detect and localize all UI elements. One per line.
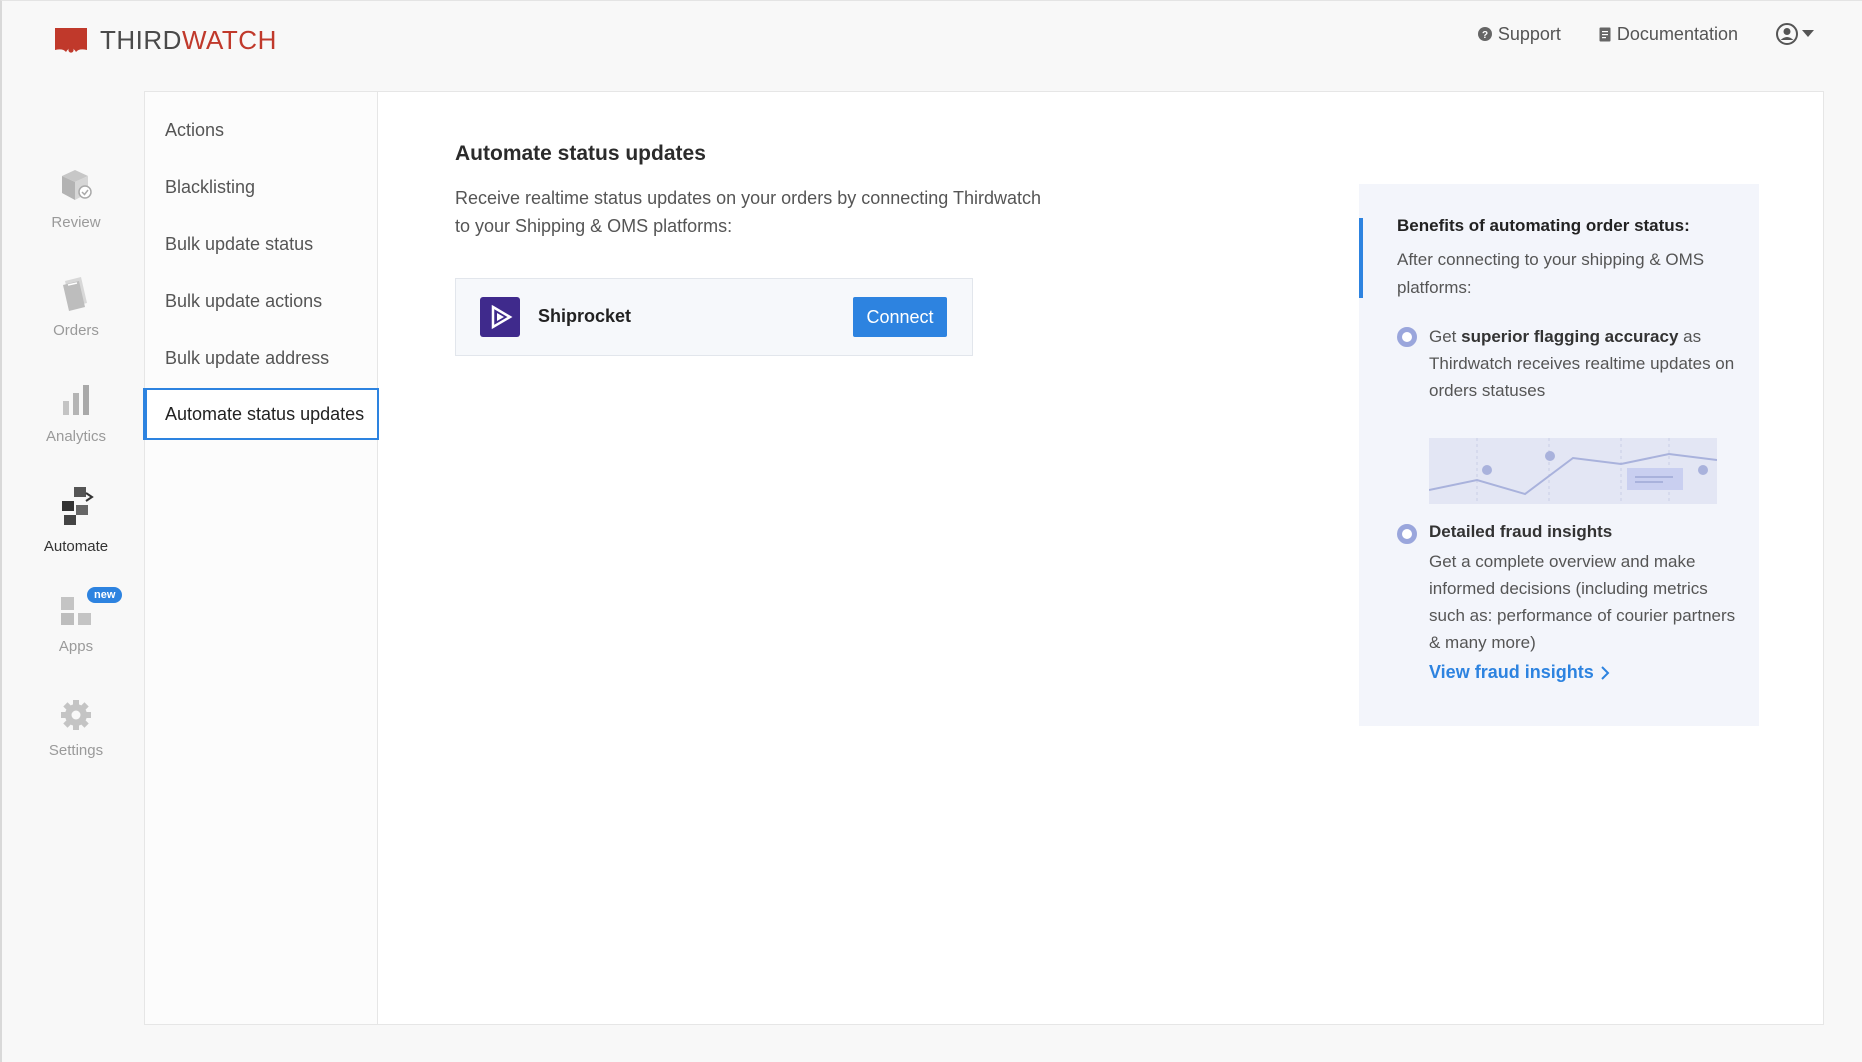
nav-label-analytics: Analytics (45, 428, 107, 445)
documentation-link[interactable]: Documentation (1599, 24, 1738, 45)
orders-stack-icon (59, 275, 93, 316)
nav-apps[interactable]: new Apps (2, 587, 150, 655)
nav-review[interactable]: Review (2, 167, 150, 231)
nav-analytics[interactable]: Analytics (2, 383, 150, 445)
integration-card-shiprocket: Shiprocket Connect (455, 278, 973, 356)
nav-label-automate: Automate (43, 538, 109, 555)
content-area: Automate status updates Receive realtime… (455, 142, 1055, 240)
nav-label-apps: Apps (58, 638, 94, 655)
documentation-label: Documentation (1616, 23, 1738, 44)
subnav-automate-status-updates[interactable]: Automate status updates (143, 388, 379, 440)
insights-chart-illustration (1429, 438, 1717, 504)
top-bar: THIRDWATCH ? Support Documentation (2, 1, 1862, 81)
automate-subnav: Actions Blacklisting Bulk update status … (143, 92, 379, 1024)
gear-icon (60, 699, 92, 736)
box-check-icon (58, 167, 94, 208)
nav-settings[interactable]: Settings (2, 699, 150, 759)
subnav-bulk-update-address[interactable]: Bulk update address (145, 332, 378, 384)
subnav-actions[interactable]: Actions (145, 104, 378, 156)
chevron-right-icon (1600, 665, 1610, 680)
user-circle-icon (1776, 23, 1798, 45)
apps-grid-icon: new (59, 587, 123, 632)
main-panel: Actions Blacklisting Bulk update status … (143, 91, 1824, 1025)
view-fraud-insights-link[interactable]: View fraud insights (1429, 662, 1610, 683)
shiprocket-logo-icon (480, 297, 520, 337)
benefit-point-insights-body: Get a complete overview and make informe… (1429, 552, 1736, 652)
benefit-point-accuracy: Get superior flagging accuracy as Thirdw… (1429, 327, 1735, 400)
automate-flow-icon (58, 485, 94, 532)
nav-orders[interactable]: Orders (2, 275, 150, 339)
connect-button[interactable]: Connect (853, 297, 947, 337)
svg-text:?: ? (1482, 30, 1488, 41)
caret-down-icon (1802, 30, 1814, 37)
subnav-bulk-update-status[interactable]: Bulk update status (145, 218, 378, 270)
page-description: Receive realtime status updates on your … (455, 188, 1041, 236)
subnav-blacklisting[interactable]: Blacklisting (145, 161, 378, 213)
bullet-icon (1397, 327, 1417, 347)
benefit-point-insights-heading: Detailed fraud insights (1429, 522, 1613, 541)
view-fraud-insights-label: View fraud insights (1429, 662, 1594, 682)
benefits-title: Benefits of automating order status: (1397, 216, 1690, 235)
benefits-subtitle: After connecting to your shipping & OMS … (1397, 250, 1705, 297)
support-label: Support (1497, 23, 1561, 44)
nav-label-settings: Settings (48, 742, 104, 759)
user-menu[interactable] (1776, 23, 1814, 45)
nav-label-orders: Orders (53, 322, 99, 339)
support-link[interactable]: ? Support (1477, 23, 1561, 45)
nav-label-review: Review (51, 214, 101, 231)
benefits-panel: Benefits of automating order status: Aft… (1359, 184, 1759, 726)
logo-text: THIRDWATCH (100, 25, 277, 55)
new-badge: new (87, 587, 123, 603)
logo-mark-icon (55, 27, 87, 53)
document-icon (1599, 27, 1611, 41)
subnav-bulk-update-actions[interactable]: Bulk update actions (145, 275, 378, 327)
nav-automate[interactable]: Automate (2, 485, 150, 555)
integration-name: Shiprocket (538, 306, 632, 326)
bar-chart-icon (60, 383, 92, 422)
thirdwatch-logo[interactable]: THIRDWATCH (54, 25, 277, 56)
page-title: Automate status updates (455, 142, 706, 165)
bullet-icon (1397, 524, 1417, 544)
benefits-accent-bar (1359, 218, 1363, 298)
question-circle-icon: ? (1477, 27, 1492, 41)
